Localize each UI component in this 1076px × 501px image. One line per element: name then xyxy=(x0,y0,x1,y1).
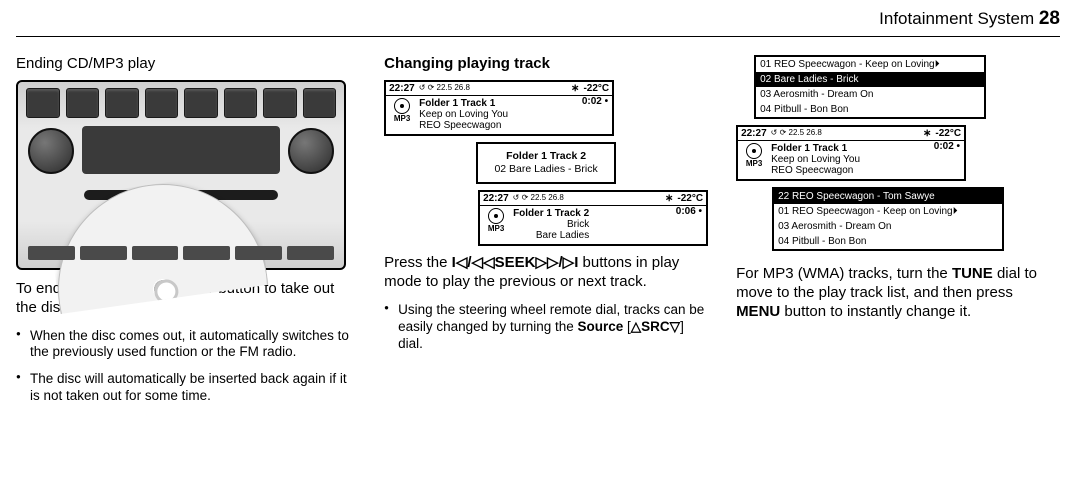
status-icons: ↺ ⟳ 22.5 26.8 xyxy=(419,84,470,93)
right-figure-stack: 01 REO Speecwagon - Keep on Loving⏵ 02 B… xyxy=(736,55,1060,251)
popup-line: 02 Bare Ladies - Brick xyxy=(494,163,597,176)
status-icons: ↺ ⟳ 22.5 26.8 xyxy=(513,194,564,203)
bt-icon: ∗ xyxy=(923,128,931,139)
text: [ xyxy=(623,319,631,334)
mp3-screen-1: 22:27 ↺ ⟳ 22.5 26.8 ∗ -22°C MP3 Folder 1… xyxy=(384,80,614,136)
list-row: 04 Pitbull - Bon Bon xyxy=(756,102,984,117)
src-dial-label: △SRC▽ xyxy=(631,319,680,334)
header-title: Infotainment System xyxy=(879,9,1034,28)
elapsed-time: 0:06 • xyxy=(676,206,702,217)
mp3-label: MP3 xyxy=(746,160,762,169)
track-popup: Folder 1 Track 2 02 Bare Ladies - Brick xyxy=(476,142,615,184)
right-paragraph: For MP3 (WMA) tracks, turn the TUNE dial… xyxy=(736,265,1060,321)
list-row: 01 REO Speecwagon - Keep on Loving⏵ xyxy=(756,57,984,72)
text: button to instantly change it. xyxy=(780,303,971,320)
text: Press the xyxy=(384,254,452,271)
track-line: Folder 1 Track 2 xyxy=(513,208,589,219)
page-number: 28 xyxy=(1039,8,1060,29)
col-left: Ending CD/MP3 play To end play, press th… xyxy=(16,55,356,415)
seek-buttons-label: I◁/◁◁SEEK▷▷/▷I xyxy=(452,254,579,271)
mp3-screen-3: 22:27 ↺ ⟳ 22.5 26.8 ∗ -22°C MP3 Folder 1… xyxy=(736,125,966,181)
track-line: Folder 1 Track 1 xyxy=(771,143,860,154)
clock: 22:27 xyxy=(389,83,415,94)
mp3-disc-icon: MP3 xyxy=(390,98,414,131)
header-rule xyxy=(16,36,1060,37)
mid-bullets: Using the steering wheel remote dial, tr… xyxy=(384,302,708,353)
col-right: 01 REO Speecwagon - Keep on Loving⏵ 02 B… xyxy=(736,55,1060,415)
source-label: Source xyxy=(578,319,624,334)
mp3-label: MP3 xyxy=(394,115,410,124)
popup-line: Folder 1 Track 2 xyxy=(494,150,597,163)
status-icons: ↺ ⟳ 22.5 26.8 xyxy=(771,129,822,138)
elapsed-time: 0:02 • xyxy=(934,141,960,152)
mp3-disc-icon: MP3 xyxy=(742,143,766,176)
clock: 22:27 xyxy=(483,193,509,204)
tune-knob-icon xyxy=(288,128,334,174)
text: For MP3 (WMA) tracks, turn the xyxy=(736,265,952,282)
mid-figure-stack: 22:27 ↺ ⟳ 22.5 26.8 ∗ -22°C MP3 Folder 1… xyxy=(384,80,708,246)
tune-label: TUNE xyxy=(952,265,993,282)
list-item: When the disc comes out, it automaticall… xyxy=(16,328,356,362)
temp: -22°C xyxy=(677,193,703,204)
mp3-label: MP3 xyxy=(488,225,504,234)
left-bullets: When the disc comes out, it automaticall… xyxy=(16,328,356,406)
track-line: Keep on Loving You xyxy=(419,109,508,120)
track-line: REO Speecwagon xyxy=(771,165,860,176)
mid-paragraph: Press the I◁/◁◁SEEK▷▷/▷I buttons in play… xyxy=(384,254,708,292)
volume-knob-icon xyxy=(28,128,74,174)
list-row-selected: 02 Bare Ladies - Brick xyxy=(756,72,984,87)
radio-unit-illustration xyxy=(16,80,346,270)
list-item: Using the steering wheel remote dial, tr… xyxy=(384,302,708,353)
bt-icon: ∗ xyxy=(665,193,673,204)
track-list-2: 22 REO Speecwagon - Tom Sawye 01 REO Spe… xyxy=(772,187,1004,251)
track-line: Keep on Loving You xyxy=(771,154,860,165)
track-line: Brick xyxy=(513,219,589,230)
columns: Ending CD/MP3 play To end play, press th… xyxy=(16,55,1060,415)
page-header: Infotainment System 28 xyxy=(16,8,1060,34)
left-heading: Ending CD/MP3 play xyxy=(16,55,356,72)
temp: -22°C xyxy=(583,83,609,94)
track-line: REO Speecwagon xyxy=(419,120,508,131)
list-item: The disc will automatically be inserted … xyxy=(16,371,356,405)
list-row-selected: 22 REO Speecwagon - Tom Sawye xyxy=(774,189,1002,204)
mp3-disc-icon: MP3 xyxy=(484,208,508,241)
list-row: 03 Aerosmith - Dream On xyxy=(756,87,984,102)
list-row: 01 REO Speecwagon - Keep on Loving⏵ xyxy=(774,204,1002,219)
bt-icon: ∗ xyxy=(571,83,579,94)
track-line: Bare Ladies xyxy=(513,230,589,241)
track-list-1: 01 REO Speecwagon - Keep on Loving⏵ 02 B… xyxy=(754,55,986,119)
elapsed-time: 0:02 • xyxy=(582,96,608,107)
col-mid: Changing playing track 22:27 ↺ ⟳ 22.5 26… xyxy=(384,55,708,415)
mp3-screen-2: 22:27 ↺ ⟳ 22.5 26.8 ∗ -22°C MP3 Folder 1… xyxy=(478,190,708,246)
list-row: 04 Pitbull - Bon Bon xyxy=(774,234,1002,249)
list-row: 03 Aerosmith - Dream On xyxy=(774,219,1002,234)
track-line: Folder 1 Track 1 xyxy=(419,98,508,109)
menu-label: MENU xyxy=(736,303,780,320)
temp: -22°C xyxy=(935,128,961,139)
mid-heading: Changing playing track xyxy=(384,55,708,72)
clock: 22:27 xyxy=(741,128,767,139)
